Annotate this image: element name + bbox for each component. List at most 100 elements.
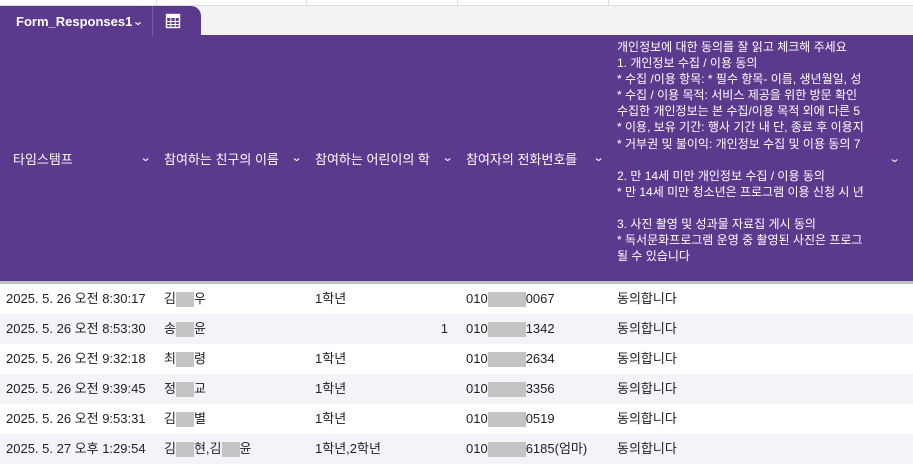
consent-header-line: * 수집 / 이용 목적: 서비스 제공을 위한 방문 확인 xyxy=(617,88,858,103)
consent-header-line: 2. 만 14세 미만 개인정보 수집 / 이용 동의 xyxy=(617,168,825,183)
table-row[interactable]: 2025. 5. 26 오전 9:53:31 김 별 1학년 010 0519 동의합니다 xyxy=(0,404,913,434)
table-row[interactable]: 2025. 5. 26 오전 9:39:45 정 교 1학년 010 3356 동의합니다 xyxy=(0,374,913,404)
consent-header-line: 될 수 있습니다 xyxy=(617,249,690,264)
redacted-block xyxy=(175,442,194,458)
table-row[interactable]: 2025. 5. 26 오전 8:30:17 김 우 1학년 010 0067 동의합니다 xyxy=(0,284,913,314)
chevron-down-icon[interactable]: ⌄ xyxy=(441,151,453,164)
timestamp-cell[interactable]: 2025. 5. 27 오후 1:29:54 xyxy=(6,434,156,464)
grade-number-cell[interactable]: 1 xyxy=(315,314,448,344)
consent-header-line: * 이용, 보유 기간: 행사 기간 내 단, 종료 후 이용지 xyxy=(617,120,864,135)
chevron-down-icon[interactable]: ⌄ xyxy=(888,151,900,167)
redacted-block xyxy=(487,322,526,338)
timestamp-cell[interactable]: 2025. 5. 26 오전 9:53:31 xyxy=(6,404,156,434)
name-part: 령 xyxy=(193,351,206,366)
name-part: 최 xyxy=(164,351,176,366)
redacted-block xyxy=(221,442,240,458)
consent-cell[interactable]: 동의합니다 xyxy=(617,404,817,434)
table-row[interactable]: 2025. 5. 26 오전 9:32:18 최 령 1학년 010 2634 동의합니다 xyxy=(0,344,913,374)
phone-prefix: 010 xyxy=(466,441,488,456)
redacted-block xyxy=(487,292,526,308)
consent-header-line: 수집한 개인정보는 본 수집/이용 목적 외에 다른 5 xyxy=(617,104,861,119)
name-part: 송 xyxy=(164,321,176,336)
column-header-consent[interactable]: 개인정보에 대한 동의를 잘 읽고 체크해 주세요 1. 개인정보 수집 / 이용… xyxy=(617,36,913,281)
timestamp-cell[interactable]: 2025. 5. 26 오전 8:30:17 xyxy=(6,284,156,314)
consent-header-line xyxy=(617,152,885,168)
consent-cell[interactable]: 동의합니다 xyxy=(617,284,817,314)
chevron-down-icon[interactable]: ⌄ xyxy=(126,14,150,28)
consent-header-text: 개인정보에 대한 동의를 잘 읽고 체크해 주세요 1. 개인정보 수집 / 이용… xyxy=(617,39,885,264)
chevron-down-icon[interactable]: ⌄ xyxy=(592,151,604,164)
phone-prefix: 010 xyxy=(466,291,488,306)
redacted-block xyxy=(175,322,194,338)
grade-number-cell[interactable] xyxy=(315,374,448,404)
name-part: 윤 xyxy=(193,321,206,336)
name-part: 김 xyxy=(164,291,176,306)
consent-cell[interactable]: 동의합니다 xyxy=(617,314,817,344)
phone-cell[interactable]: 010 0519 xyxy=(466,404,611,434)
consent-cell[interactable]: 동의합니다 xyxy=(617,434,817,464)
name-cell[interactable]: 김우 xyxy=(164,284,304,314)
timestamp-cell[interactable]: 2025. 5. 26 오전 8:53:30 xyxy=(6,314,156,344)
name-cell[interactable]: 송윤 xyxy=(164,314,304,344)
phone-suffix: 2634 xyxy=(525,351,555,366)
name-cell[interactable]: 김 현,김 윤 xyxy=(164,434,304,464)
phone-suffix: 6185(엄마) xyxy=(525,441,588,456)
grade-number-cell[interactable] xyxy=(315,344,448,374)
phone-suffix: 0067 xyxy=(525,291,555,306)
name-part: 윤 xyxy=(239,441,252,456)
table-row[interactable]: 2025. 5. 26 오전 8:53:30 송 윤 1 010 1342 동의합니다 xyxy=(0,314,913,344)
consent-header-line: * 수집 /이용 항목: * 필수 항목- 이름, 생년월일, 성 xyxy=(617,72,862,87)
table-header: 타임스탬프 ⌄ 참여하는 친구의 이름 ⌄ 참여하는 어린이의 학 ⌄ 참여자의… xyxy=(0,36,913,281)
phone-prefix: 010 xyxy=(466,411,488,426)
redacted-block xyxy=(487,412,526,428)
consent-header-line: * 만 14세 미만 청소년은 프로그램 이용 신청 시 년 xyxy=(617,184,864,199)
name-part: 현,김 xyxy=(193,441,222,456)
table-grid-icon[interactable] xyxy=(153,6,193,36)
column-label: 타임스탬프 xyxy=(13,152,73,167)
redacted-block xyxy=(175,292,194,308)
consent-header-line xyxy=(617,200,885,216)
redacted-block xyxy=(175,382,194,398)
consent-header-line: 3. 사진 촬영 및 성과물 자료집 게시 동의 xyxy=(617,217,816,232)
name-part: 교 xyxy=(193,381,206,396)
phone-cell[interactable]: 010 0067 xyxy=(466,284,611,314)
table-tab-bar: Form_Responses1 ⌄ xyxy=(0,6,913,36)
column-header-child-name[interactable]: 참여하는 친구의 이름 ⌄ xyxy=(164,36,307,281)
column-header-grade[interactable]: 참여하는 어린이의 학 ⌄ xyxy=(315,36,458,281)
name-cell[interactable]: 김별 xyxy=(164,404,304,434)
grade-number-cell[interactable] xyxy=(315,434,448,464)
consent-header-line: 개인정보에 대한 동의를 잘 읽고 체크해 주세요 xyxy=(617,40,847,54)
consent-cell[interactable]: 동의합니다 xyxy=(617,344,817,374)
name-cell[interactable]: 최령 xyxy=(164,344,304,374)
phone-prefix: 010 xyxy=(466,321,488,336)
consent-header-line: * 거부권 및 불이익: 개인정보 수집 및 이용 동의 7 xyxy=(617,136,861,151)
name-part: 우 xyxy=(193,291,206,306)
name-part: 정 xyxy=(164,381,176,396)
redacted-block xyxy=(487,382,526,398)
phone-suffix: 1342 xyxy=(525,321,555,336)
phone-cell[interactable]: 010 6185(엄마) xyxy=(466,434,611,464)
column-label: 참여하는 친구의 이름 xyxy=(164,152,279,167)
consent-cell[interactable]: 동의합니다 xyxy=(617,374,817,404)
column-label: 참여자의 전화번호를 xyxy=(466,152,578,167)
redacted-block xyxy=(487,352,526,368)
name-part: 김 xyxy=(164,441,176,456)
timestamp-cell[interactable]: 2025. 5. 26 오전 9:32:18 xyxy=(6,344,156,374)
column-header-timestamp[interactable]: 타임스탬프 ⌄ xyxy=(13,36,156,281)
table-row[interactable]: 2025. 5. 27 오후 1:29:54 김 현,김 윤 1학년,2학년 010 618… xyxy=(0,434,913,464)
grade-number-cell[interactable] xyxy=(315,284,448,314)
redacted-block xyxy=(487,442,526,458)
phone-cell[interactable]: 010 2634 xyxy=(466,344,611,374)
table-tab[interactable]: Form_Responses1 ⌄ xyxy=(0,6,201,36)
column-header-phone[interactable]: 참여자의 전화번호를 ⌄ xyxy=(466,36,609,281)
chevron-down-icon[interactable]: ⌄ xyxy=(139,151,151,164)
name-cell[interactable]: 정교 xyxy=(164,374,304,404)
timestamp-cell[interactable]: 2025. 5. 26 오전 9:39:45 xyxy=(6,374,156,404)
grade-number-cell[interactable] xyxy=(315,404,448,434)
table-name[interactable]: Form_Responses1 xyxy=(0,14,132,29)
table-body: 2025. 5. 26 오전 8:30:17 김 우 1학년 010 0067 동의합니다 2… xyxy=(0,284,913,464)
name-part: 김 xyxy=(164,411,176,426)
phone-cell[interactable]: 010 3356 xyxy=(466,374,611,404)
phone-cell[interactable]: 010 1342 xyxy=(466,314,611,344)
chevron-down-icon[interactable]: ⌄ xyxy=(290,151,302,164)
